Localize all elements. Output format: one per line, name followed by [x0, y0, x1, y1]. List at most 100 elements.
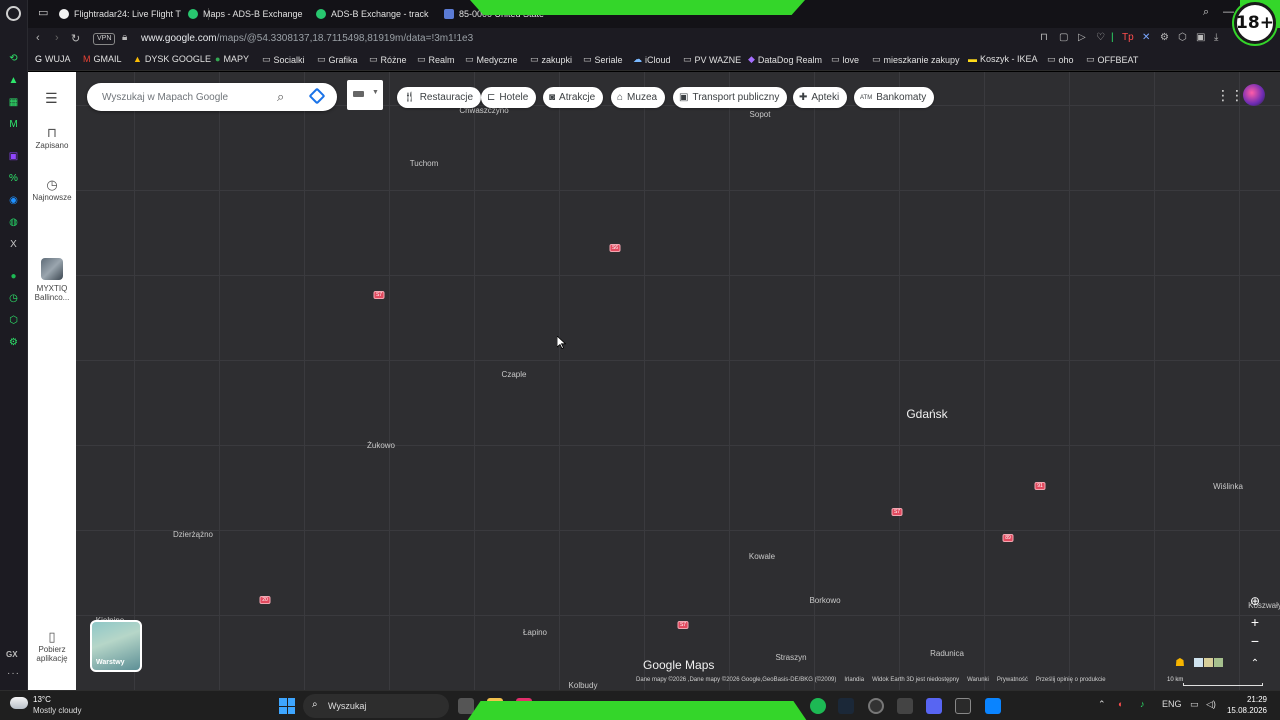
rail-get-app[interactable]: ▯ Pobierz aplikację: [28, 630, 76, 663]
reload-icon[interactable]: ↻: [71, 32, 80, 45]
search-box[interactable]: Wyszukaj w Mapach Google ⌕: [87, 83, 337, 111]
ext-box-icon[interactable]: ▣: [1196, 32, 1205, 43]
tile-satellite[interactable]: [1214, 658, 1223, 667]
whatsapp-icon[interactable]: ◍: [7, 216, 20, 229]
place-label[interactable]: Wiślinka: [1213, 482, 1243, 491]
app-blue-icon[interactable]: [926, 698, 942, 714]
place-label[interactable]: Kolbudy: [569, 681, 598, 690]
lock-icon[interactable]: 🔒︎: [122, 32, 127, 43]
place-label[interactable]: Tuchom: [410, 159, 439, 168]
bookmark-ikea[interactable]: ▬ Koszyk - IKEA: [968, 54, 1038, 64]
workspaces-icon[interactable]: ▲: [7, 74, 20, 87]
chip-restaurants[interactable]: 🍴︎ Restauracje: [397, 87, 482, 108]
minimize-icon[interactable]: —: [1223, 6, 1234, 18]
tile-terrain[interactable]: [1204, 658, 1213, 667]
tab-search-icon[interactable]: ⌕: [1203, 6, 1209, 19]
bookmark-zakupki[interactable]: ▭ zakupki: [530, 54, 572, 65]
rail-recent[interactable]: ◷ Najnowsze: [28, 178, 76, 202]
settings-gear-icon[interactable]: ⚙: [7, 336, 20, 349]
network-icon[interactable]: ▭: [1190, 699, 1199, 710]
spotify-icon[interactable]: ●: [7, 270, 20, 283]
taskbar-search[interactable]: ⌕ Wyszukaj: [303, 694, 449, 718]
task-view-icon[interactable]: [458, 698, 474, 714]
place-label-gdansk[interactable]: Gdańsk: [906, 407, 947, 421]
bookmark-oho[interactable]: ▭ oho: [1047, 54, 1074, 65]
place-label[interactable]: Sopot: [750, 110, 771, 119]
place-label[interactable]: Dzierżążno: [173, 530, 213, 539]
language-indicator[interactable]: ENG: [1162, 699, 1182, 709]
search-input[interactable]: Wyszukaj w Mapach Google: [102, 92, 228, 103]
bookmark-wuja[interactable]: G WUJA: [35, 54, 71, 64]
rail-recent-place[interactable]: MYXTIQ Ballinco...: [28, 258, 76, 302]
user-avatar[interactable]: [1243, 84, 1265, 106]
layers-button[interactable]: Warstwy: [90, 620, 142, 672]
clock-date[interactable]: 15.08.2026: [1221, 706, 1267, 715]
tray-app-icon[interactable]: ◐: [1118, 699, 1123, 709]
pinboard-icon[interactable]: ▦: [7, 96, 20, 109]
aria-icon[interactable]: ⟲: [7, 52, 20, 65]
place-label[interactable]: Straszyn: [775, 653, 806, 662]
steam-icon[interactable]: [838, 698, 854, 714]
history-icon[interactable]: ◷: [7, 292, 20, 305]
more-dots-icon[interactable]: ···: [7, 668, 20, 679]
footer-privacy-link[interactable]: Prywatność: [997, 677, 1028, 683]
tray-mic-icon[interactable]: ♪: [1140, 699, 1145, 709]
forward-icon[interactable]: ›: [55, 32, 59, 44]
percent-icon[interactable]: %: [7, 172, 20, 185]
tab-adsb-track[interactable]: ADS-B Exchange - track a: [316, 4, 431, 24]
ext-puzzle-icon[interactable]: ⬡: [1178, 32, 1187, 43]
footer-earth-3d-link[interactable]: Widok Earth 3D jest niedostępny: [872, 677, 959, 683]
bookmark-icloud[interactable]: ☁ iCloud: [633, 54, 671, 65]
tab-adsb-maps[interactable]: Maps - ADS-B Exchange: [188, 4, 303, 24]
app-circle-icon[interactable]: [868, 698, 884, 714]
extensions-icon[interactable]: ⬡: [7, 314, 20, 327]
bookmark-mieszkanie[interactable]: ▭ mieszkanie zakupy: [872, 54, 960, 65]
tray-chevron-up-icon[interactable]: ⌃: [1098, 699, 1106, 710]
volume-icon[interactable]: ◁): [1206, 699, 1216, 710]
messenger-icon[interactable]: ◉: [7, 194, 20, 207]
place-label[interactable]: Czaple: [502, 370, 527, 379]
ext-tp-icon[interactable]: Tp: [1122, 32, 1134, 43]
settings-gear-icon[interactable]: [897, 698, 913, 714]
url-field[interactable]: www.google.com/maps/@54.3308137,18.71154…: [141, 33, 473, 44]
spotify-icon[interactable]: [810, 698, 826, 714]
place-label[interactable]: Borkowo: [809, 596, 840, 605]
chip-atms[interactable]: ATM Bankomaty: [854, 87, 935, 108]
bookmark-offbeat[interactable]: ▭ OFFBEAT: [1086, 54, 1138, 65]
vpn-badge[interactable]: VPN: [93, 33, 116, 45]
bookmark-gmail[interactable]: M GMAIL: [83, 54, 122, 64]
place-label[interactable]: Żukowo: [367, 441, 395, 450]
bookmark-page-icon[interactable]: ⊓: [1040, 32, 1048, 43]
messenger-m-icon[interactable]: M: [7, 118, 20, 131]
bookmark-maps[interactable]: ● MAPY: [215, 54, 249, 64]
zoom-in-button[interactable]: +: [1246, 613, 1264, 631]
my-location-icon[interactable]: ⊕: [1246, 592, 1264, 610]
footer-terms-link[interactable]: Warunki: [967, 677, 989, 683]
epic-games-icon[interactable]: [955, 698, 971, 714]
bookmark-seriale[interactable]: ▭ Seriale: [583, 54, 623, 65]
map-canvas[interactable]: Chwaszczyno Sopot Tuchom Czaple Gdańsk Ż…: [76, 72, 1280, 690]
place-label[interactable]: Łapino: [523, 628, 547, 637]
place-label[interactable]: Radunica: [930, 649, 964, 658]
weather-temperature[interactable]: 13°C: [33, 695, 51, 704]
bookmark-grafika[interactable]: ▭ Grafika: [317, 54, 358, 65]
screenshot-icon[interactable]: ▢: [1059, 32, 1068, 43]
footer-feedback-link[interactable]: Prześlij opinię o produkcie: [1036, 677, 1106, 683]
place-label[interactable]: Kowale: [749, 552, 775, 561]
rail-saved[interactable]: ⊓ Zapisano: [28, 126, 76, 150]
chip-hotels[interactable]: ⊏ Hotele: [481, 87, 537, 108]
ext-translate-icon[interactable]: ✕: [1142, 32, 1150, 43]
bookmark-rozne[interactable]: ▭ Różne: [369, 54, 407, 65]
zoom-out-button[interactable]: −: [1246, 632, 1264, 650]
chip-attractions[interactable]: ◙ Atrakcje: [543, 87, 604, 108]
expand-up-icon[interactable]: ⌃: [1246, 654, 1264, 672]
windows-start-icon[interactable]: [279, 698, 295, 714]
bookmark-love[interactable]: ▭ love: [831, 54, 859, 65]
map-type-tiles[interactable]: [1194, 658, 1223, 667]
hamburger-menu-icon[interactable]: ☰: [45, 90, 58, 107]
tile-default[interactable]: [1194, 658, 1203, 667]
search-icon[interactable]: ⌕: [277, 89, 284, 105]
bookmark-medyczne[interactable]: ▭ Medyczne: [465, 54, 518, 65]
bookmark-socialki[interactable]: ▭ Socialki: [262, 54, 305, 65]
bookmark-realm[interactable]: ▭ Realm: [417, 54, 455, 65]
